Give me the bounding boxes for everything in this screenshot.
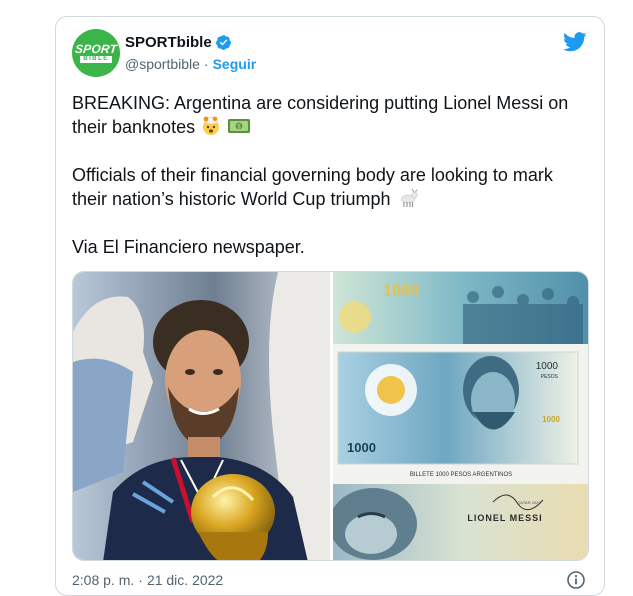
twitter-bird-icon[interactable] [563,32,587,52]
media-grid[interactable]: 1000 1000 PESOS 1000 1000 BILLETE 1000 P… [72,271,589,561]
timestamp-separator: · [138,572,143,588]
handle-row: @sportbible · Seguir [125,56,256,72]
mid-banknote-big-value: 1000 [347,440,376,455]
banknote-tiny-text: QATAR 2022 [517,500,541,505]
handle-separator: · [203,56,209,72]
tweet-paragraph: Officials of their financial governing b… [72,163,592,211]
info-icon[interactable] [566,570,586,590]
mid-banknote-word: PESOS [541,374,559,380]
dollar-banknote-emoji-icon: $ [228,119,251,133]
mid-banknote-value: 1000 [536,361,559,372]
tweet-paragraph-1: BREAKING: Argentina are considering putt… [72,93,569,137]
tweet-paragraph: BREAKING: Argentina are considering putt… [72,91,592,139]
avatar-logo-subtext: BIBLE [80,56,112,63]
tweet-timestamp[interactable]: 2:08 p. m. · 21 dic. 2022 [72,572,223,588]
avatar[interactable]: SPORT BIBLE [72,29,120,77]
mind-blown-emoji-icon [203,116,220,135]
tweet-date: 21 dic. 2022 [146,572,224,588]
tweet-time: 2:08 p. m. [72,572,135,588]
name-row: SPORTbible [125,34,232,51]
follow-button[interactable]: Seguir [213,56,257,72]
banknote-name: LIONEL MESSI [467,513,542,523]
banknote-caption: BILLETE 1000 PESOS ARGENTINOS [410,472,512,478]
banknote-image[interactable]: 1000 1000 PESOS 1000 1000 BILLETE 1000 P… [333,272,589,561]
display-name[interactable]: SPORTbible [125,34,212,51]
avatar-logo-text: SPORT [74,42,118,56]
tweet-text: BREAKING: Argentina are considering putt… [72,91,592,283]
verified-badge-icon [215,35,231,50]
tweet-card: SPORT BIBLE SPORTbible @sportbible · Seg… [55,16,605,596]
goat-emoji-icon [400,188,418,207]
tweet-paragraph-2: Officials of their financial governing b… [72,165,553,209]
tweet-paragraph: Via El Financiero newspaper. [72,235,592,259]
top-banknote-value: 1000 [383,280,419,300]
player-photo[interactable] [73,272,330,561]
mid-banknote-gold-value: 1000 [542,415,560,424]
handle[interactable]: @sportbible [125,56,200,72]
tweet-paragraph-3: Via El Financiero newspaper. [72,237,305,257]
